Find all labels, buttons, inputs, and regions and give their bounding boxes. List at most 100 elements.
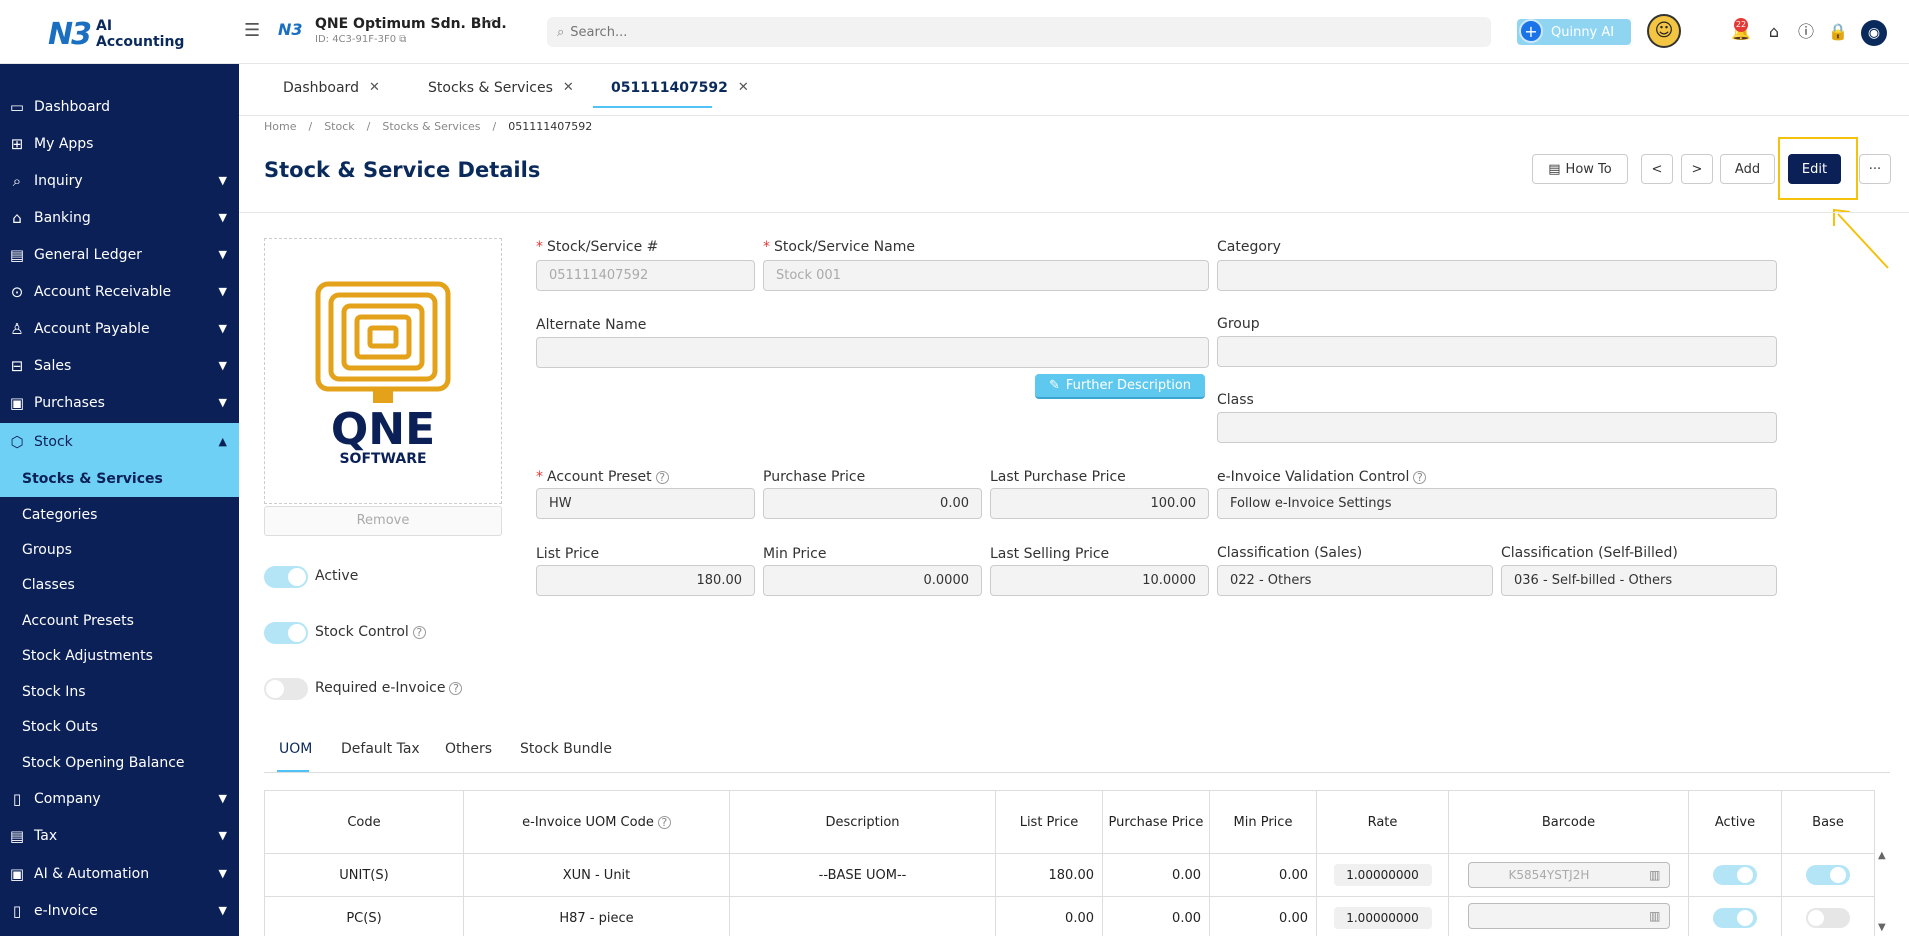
base-toggle[interactable] [1806, 908, 1850, 928]
more-icon: ··· [1868, 161, 1882, 177]
mascot-avatar[interactable]: ☺ [1647, 14, 1681, 48]
last-purchase-price-field[interactable]: 100.00 [990, 488, 1209, 519]
menu-toggle-icon[interactable]: ☰ [244, 22, 266, 40]
help-icon[interactable]: ? [412, 626, 426, 639]
breadcrumb-stock[interactable]: Stock [324, 120, 354, 133]
group-field[interactable] [1217, 336, 1777, 367]
breadcrumb-home[interactable]: Home [264, 120, 296, 133]
rate-field[interactable]: 1.00000000 [1333, 864, 1432, 886]
help-icon[interactable]: ? [449, 682, 463, 695]
close-icon[interactable]: ✕ [563, 80, 574, 96]
sidebar-item-tax[interactable]: ▤ Tax ▼ [0, 817, 239, 854]
sidebar-item-stock[interactable]: ⬡ Stock ▲ [0, 423, 239, 460]
account-preset-field[interactable]: HW [536, 488, 755, 519]
account-preset-label: * Account Preset? [536, 469, 669, 485]
store-icon[interactable]: ⌂ [1763, 21, 1785, 43]
category-field[interactable] [1217, 260, 1777, 291]
tab-default-tax[interactable]: Default Tax [341, 741, 420, 757]
min-price-field[interactable]: 0.0000 [763, 565, 982, 596]
tax-icon: ▤ [9, 826, 25, 845]
app-logo[interactable]: N3 AI Accounting [48, 14, 198, 54]
sidebar-item-dashboard[interactable]: ▭ Dashboard [0, 88, 239, 125]
barcode-field[interactable]: K5854YSTJ2H ▥ [1467, 862, 1670, 888]
sidebar-item-general-ledger[interactable]: ▤ General Ledger ▼ [0, 236, 239, 273]
sidebar-sub-stock-ins[interactable]: Stock Ins [0, 673, 239, 710]
base-toggle[interactable] [1806, 865, 1850, 885]
search-bar[interactable]: ⌕ [547, 17, 1491, 47]
search-input[interactable] [570, 24, 1451, 40]
active-toggle[interactable] [264, 566, 308, 588]
quinny-plus-icon[interactable]: + [1519, 19, 1543, 43]
help-icon[interactable]: ? [657, 815, 671, 829]
breadcrumb-stocks-services[interactable]: Stocks & Services [382, 120, 480, 133]
how-to-button[interactable]: ▤ How To [1532, 154, 1628, 184]
sidebar-item-inquiry[interactable]: ⌕ Inquiry ▼ [0, 162, 239, 199]
tab-dashboard[interactable]: Dashboard ✕ [283, 80, 380, 96]
sidebar-sub-stock-outs[interactable]: Stock Outs [0, 708, 239, 745]
more-options-button[interactable]: ··· [1859, 154, 1891, 184]
sidebar-item-account-receivable[interactable]: ⊙ Account Receivable ▼ [0, 273, 239, 310]
company-name[interactable]: QNE Optimum Sdn. Bhd. [315, 16, 507, 32]
barcode-field[interactable]: ▥ [1467, 903, 1670, 929]
sidebar-sub-classes[interactable]: Classes [0, 566, 239, 603]
class-sales-field[interactable]: 022 - Others [1217, 565, 1493, 596]
help-icon[interactable]: ⓘ [1795, 21, 1817, 43]
sidebar-item-ai-automation[interactable]: ▣ AI & Automation ▼ [0, 855, 239, 892]
previous-button[interactable]: < [1641, 154, 1673, 184]
table-row[interactable]: PC(S) H87 - piece 0.00 0.00 0.00 1.00000… [264, 896, 1875, 936]
rate-field[interactable]: 1.00000000 [1333, 907, 1432, 929]
stock-no-label: * Stock/Service # [536, 239, 658, 255]
sidebar-item-company[interactable]: ▯ Company ▼ [0, 780, 239, 817]
tab-stocks-services[interactable]: Stocks & Services ✕ [428, 80, 574, 96]
sidebar-item-account-payable[interactable]: ♙ Account Payable ▼ [0, 310, 239, 347]
lock-icon[interactable]: 🔒 [1827, 21, 1849, 43]
active-toggle[interactable] [1713, 865, 1757, 885]
close-icon[interactable]: ✕ [738, 80, 749, 96]
last-selling-price-field[interactable]: 10.0000 [990, 565, 1209, 596]
sidebar-item-label: Sales [34, 357, 72, 374]
sidebar-item-sales[interactable]: ⊟ Sales ▼ [0, 347, 239, 384]
sidebar-sub-stock-adjustments[interactable]: Stock Adjustments [0, 637, 239, 674]
active-toggle[interactable] [1713, 908, 1757, 928]
user-avatar[interactable]: ◉ [1861, 20, 1887, 46]
list-price-field[interactable]: 180.00 [536, 565, 755, 596]
sidebar-sub-groups[interactable]: Groups [0, 531, 239, 568]
scroll-up-icon[interactable]: ▲ [1878, 850, 1886, 861]
close-icon[interactable]: ✕ [369, 80, 380, 96]
help-icon[interactable]: ? [1413, 471, 1427, 484]
alt-name-field[interactable] [536, 337, 1209, 368]
sidebar-item-banking[interactable]: ⌂ Banking ▼ [0, 199, 239, 236]
sidebar-sub-categories[interactable]: Categories [0, 496, 239, 533]
receivable-icon: ⊙ [10, 282, 24, 301]
einv-validation-field[interactable]: Follow e-Invoice Settings [1217, 488, 1777, 519]
purchase-price-field[interactable]: 0.00 [763, 488, 982, 519]
sidebar-item-e-invoice[interactable]: ▯ e-Invoice ▼ [0, 892, 239, 929]
sidebar-sub-stocks-services[interactable]: Stocks & Services [0, 460, 239, 497]
chevron-down-icon[interactable]: ﹀ [482, 16, 494, 33]
sidebar-sub-account-presets[interactable]: Account Presets [0, 602, 239, 639]
table-row[interactable]: UNIT(S) XUN - Unit --BASE UOM-- 180.00 0… [264, 853, 1875, 897]
remove-image-button[interactable]: Remove [264, 506, 502, 536]
sidebar-item-my-apps[interactable]: ⊞ My Apps [0, 125, 239, 162]
tab-others[interactable]: Others [445, 741, 492, 757]
tab-uom[interactable]: UOM [279, 741, 312, 757]
sidebar-item-purchases[interactable]: ▣ Purchases ▼ [0, 384, 239, 421]
stock-control-toggle[interactable] [264, 622, 308, 644]
required-einvoice-toggle[interactable] [264, 678, 308, 700]
tab-stock-bundle[interactable]: Stock Bundle [520, 741, 612, 757]
next-button[interactable]: > [1681, 154, 1713, 184]
stock-image-box[interactable]: QNE SOFTWARE [264, 238, 502, 504]
sidebar-item-label: Dashboard [34, 98, 110, 115]
stock-name-field[interactable]: Stock 001 [763, 260, 1209, 291]
breadcrumb-separator: / [366, 120, 371, 133]
class-self-field[interactable]: 036 - Self-billed - Others [1501, 565, 1777, 596]
add-button[interactable]: Add [1720, 154, 1775, 184]
further-description-button[interactable]: ✎ Further Description [1035, 374, 1205, 399]
help-icon[interactable]: ? [655, 471, 669, 484]
copy-icon[interactable]: ⧉ [399, 34, 406, 45]
scroll-down-icon[interactable]: ▼ [1878, 922, 1886, 933]
tab-stock-detail[interactable]: 051111407592 ✕ [611, 80, 749, 96]
class-field[interactable] [1217, 412, 1777, 443]
sidebar-sub-stock-opening-balance[interactable]: Stock Opening Balance [0, 744, 239, 781]
stock-no-field[interactable]: 051111407592 [536, 260, 755, 291]
